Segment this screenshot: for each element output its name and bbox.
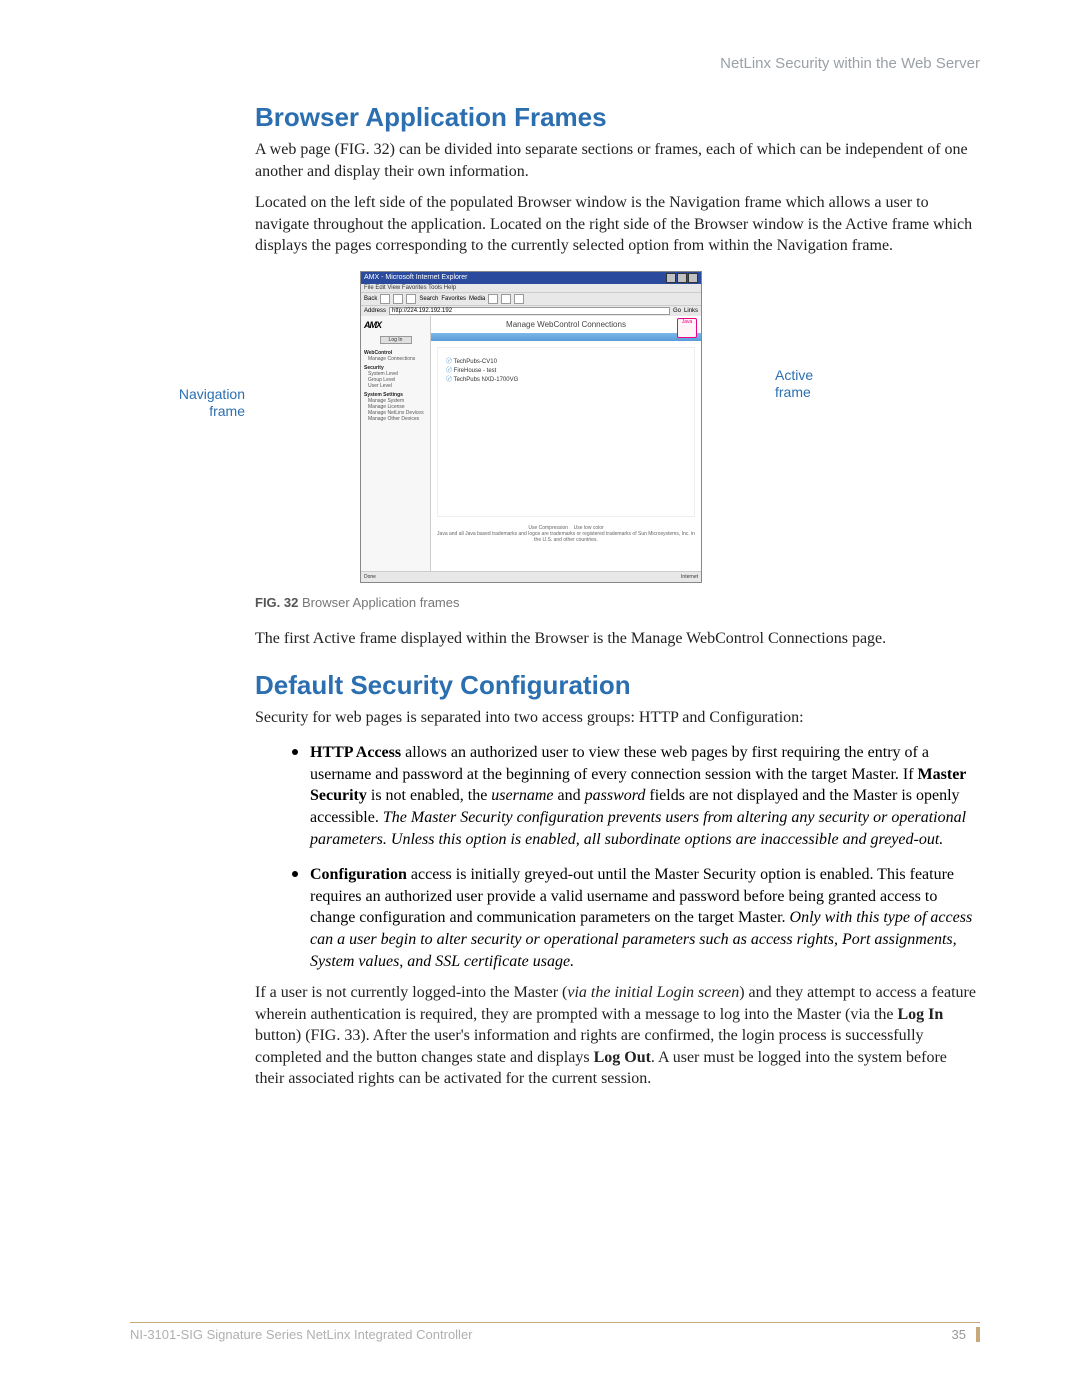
list-item[interactable]: TechPubs NXD-1700VG — [446, 374, 686, 383]
browser-content: AMX Log In WebControl Manage Connections… — [361, 316, 701, 574]
java-icon: Java — [677, 318, 697, 338]
inline-text: is not enabled, the — [367, 787, 491, 804]
favorites-button[interactable]: Favorites — [441, 296, 466, 302]
maximize-icon[interactable] — [677, 273, 687, 283]
browser-status-bar: Done Internet — [361, 571, 701, 582]
status-text: Done — [364, 574, 376, 580]
paragraph: The first Active frame displayed within … — [255, 628, 980, 650]
media-button[interactable]: Media — [469, 296, 485, 302]
search-button[interactable]: Search — [419, 296, 438, 302]
paragraph: A web page (FIG. 32) can be divided into… — [255, 139, 980, 182]
figure-caption-text: Browser Application frames — [298, 595, 459, 610]
callout-navigation-frame: Navigation frame — [160, 386, 245, 420]
address-input[interactable]: http://224.192.192.192 — [389, 307, 670, 315]
heading-browser-application-frames: Browser Application Frames — [255, 102, 980, 133]
links-label: Links — [684, 308, 698, 314]
inline-text: and — [554, 787, 585, 804]
heading-default-security-configuration: Default Security Configuration — [255, 670, 980, 701]
running-header: NetLinx Security within the Web Server — [100, 55, 980, 72]
browser-title-text: AMX - Microsoft Internet Explorer — [364, 274, 467, 281]
browser-address-bar[interactable]: Address http://224.192.192.192 Go Links — [361, 306, 701, 316]
list-item: HTTP Access allows an authorized user to… — [310, 738, 980, 850]
address-label: Address — [364, 308, 386, 314]
inline-italic: The Master Security configuration preven… — [310, 809, 966, 848]
status-zone: Internet — [681, 574, 698, 580]
mail-icon[interactable] — [501, 294, 511, 304]
print-icon[interactable] — [514, 294, 524, 304]
inline-bold: Configuration — [310, 866, 407, 883]
navigation-frame: AMX Log In WebControl Manage Connections… — [361, 316, 431, 574]
inline-text: If a user is not currently logged-into t… — [255, 984, 567, 1001]
inline-bold: HTTP Access — [310, 744, 401, 761]
page-number: 35 — [952, 1327, 980, 1342]
browser-toolbar[interactable]: Back Search Favorites Media — [361, 292, 701, 306]
figure-32: Navigation frame Active frame AMX - Micr… — [255, 271, 980, 591]
bullet-list: HTTP Access allows an authorized user to… — [255, 738, 980, 972]
paragraph: Security for web pages is separated into… — [255, 707, 980, 729]
close-icon[interactable] — [688, 273, 698, 283]
refresh-icon[interactable] — [393, 294, 403, 304]
window-buttons[interactable] — [666, 273, 698, 283]
list-item[interactable]: FireHouse - test — [446, 365, 686, 374]
figure-caption: FIG. 32 Browser Application frames — [255, 595, 980, 610]
sidebar-item-user-level[interactable]: User Level — [364, 383, 427, 389]
callout-active-frame: Active frame — [775, 367, 835, 401]
browser-menubar[interactable]: File Edit View Favorites Tools Help — [361, 284, 701, 292]
divider-bar — [431, 333, 701, 341]
inline-text: allows an authorized user to view these … — [310, 744, 929, 783]
content-column: Browser Application Frames A web page (F… — [255, 102, 980, 1090]
minimize-icon[interactable] — [666, 273, 676, 283]
go-button[interactable]: Go — [673, 308, 681, 314]
inline-italic: via the initial Login screen — [567, 984, 739, 1001]
inline-bold: Log Out — [594, 1049, 651, 1066]
active-frame: Manage WebControl Connections Java TechP… — [431, 316, 701, 574]
browser-titlebar: AMX - Microsoft Internet Explorer — [361, 272, 701, 284]
footer-doc-title: NI-3101-SIG Signature Series NetLinx Int… — [130, 1327, 473, 1342]
list-item: Configuration access is initially greyed… — [310, 860, 980, 972]
page-footer: NI-3101-SIG Signature Series NetLinx Int… — [130, 1322, 980, 1342]
active-frame-title: Manage WebControl Connections — [506, 320, 626, 329]
browser-window: AMX - Microsoft Internet Explorer File E… — [360, 271, 702, 583]
stop-icon[interactable] — [380, 294, 390, 304]
inline-italic: password — [585, 787, 646, 804]
inline-bold: Log In — [897, 1006, 943, 1023]
trademark-text: Java and all Java based trademarks and l… — [435, 531, 697, 543]
sidebar-item-manage-connections[interactable]: Manage Connections — [364, 356, 427, 362]
figure-number: FIG. 32 — [255, 595, 298, 610]
paragraph: Located on the left side of the populate… — [255, 192, 980, 257]
paragraph: If a user is not currently logged-into t… — [255, 982, 980, 1090]
list-item[interactable]: TechPubs-CV10 — [446, 356, 686, 365]
home-icon[interactable] — [406, 294, 416, 304]
back-button[interactable]: Back — [364, 296, 377, 302]
sidebar-item-manage-other-devices[interactable]: Manage Other Devices — [364, 416, 427, 422]
connection-list: TechPubs-CV10 FireHouse - test TechPubs … — [437, 347, 695, 517]
page: NetLinx Security within the Web Server B… — [0, 0, 1080, 1397]
login-button[interactable]: Log In — [380, 336, 412, 344]
history-icon[interactable] — [488, 294, 498, 304]
amx-logo: AMX — [364, 320, 427, 330]
inline-italic: username — [491, 787, 553, 804]
